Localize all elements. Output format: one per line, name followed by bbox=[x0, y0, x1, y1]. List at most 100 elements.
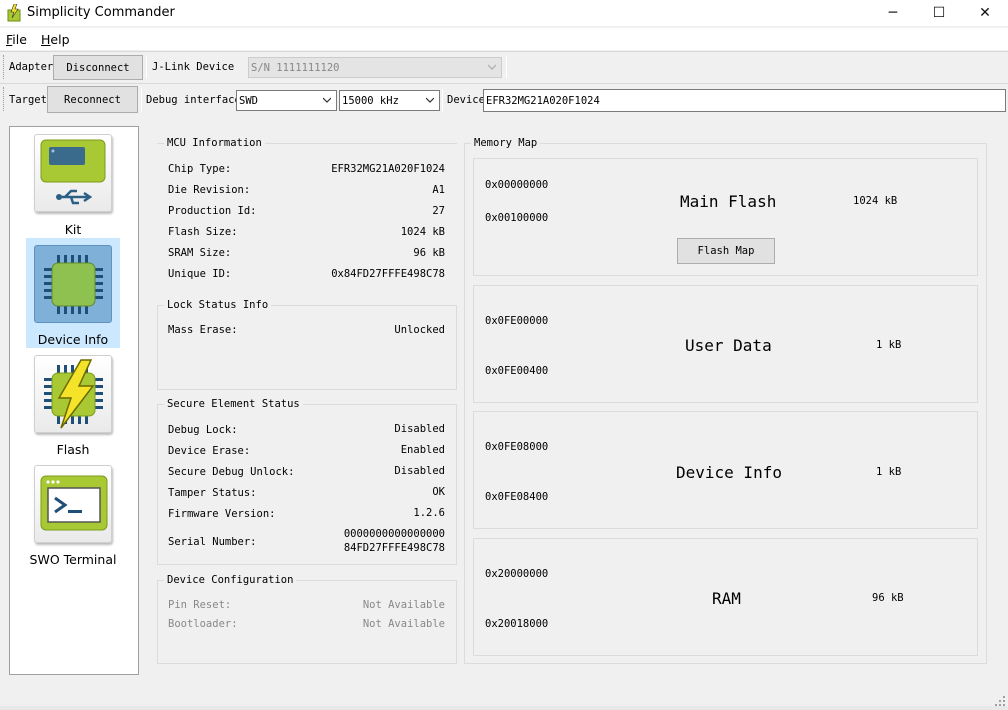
memory-block-size: 1024 kB bbox=[853, 195, 898, 207]
unique-id-value: 0x84FD27FFFE498C78 bbox=[331, 268, 445, 280]
terminal-icon bbox=[40, 475, 108, 531]
flash-size-value: 1024 kB bbox=[400, 226, 445, 238]
pin-reset-label: Pin Reset: bbox=[168, 599, 232, 611]
nav-item-label: SWO Terminal bbox=[29, 552, 117, 567]
memory-end-address: 0x00100000 bbox=[485, 212, 549, 224]
menu-help-mnemonic: H bbox=[41, 32, 51, 47]
serial-number-line2: 84FD27FFFE498C78 bbox=[343, 542, 445, 554]
chip-icon bbox=[44, 255, 103, 314]
toolbar-separator bbox=[506, 56, 507, 78]
speed-select[interactable]: 15000 kHz bbox=[339, 90, 440, 111]
toolbar-grip[interactable] bbox=[3, 87, 5, 111]
serial-number-line1: 0000000000000000 bbox=[343, 528, 445, 540]
reconnect-button[interactable]: Reconnect bbox=[47, 86, 138, 113]
secure-debug-unlock-label: Secure Debug Unlock: bbox=[168, 466, 295, 478]
menu-help-label: elp bbox=[50, 32, 70, 47]
kit-usb-icon bbox=[40, 139, 106, 205]
debug-lock-value: Disabled bbox=[394, 423, 445, 435]
debug-interface-label: Debug interface bbox=[146, 94, 241, 106]
bootloader-value: Not Available bbox=[362, 618, 445, 630]
menu-file-label: ile bbox=[12, 32, 27, 47]
device-value: EFR32MG21A020F1024 bbox=[486, 94, 600, 107]
memory-block-name: Main Flash bbox=[680, 192, 777, 211]
toolbar-separator bbox=[146, 56, 147, 78]
toolbar-separator bbox=[442, 89, 443, 111]
memory-block-ram: 0x20000000 0x20018000 RAM 96 kB bbox=[473, 538, 978, 656]
title-bar[interactable]: Simplicity Commander ─ ☐ ✕ bbox=[0, 0, 1008, 26]
sram-size-label: SRAM Size: bbox=[168, 247, 232, 259]
memory-block-name: Device Info bbox=[676, 463, 782, 482]
memory-start-address: 0x0FE08000 bbox=[485, 441, 549, 453]
memory-block-user-data: 0x0FE00000 0x0FE00400 User Data 1 kB bbox=[473, 285, 978, 403]
toolbar-separator bbox=[141, 89, 142, 111]
menu-file[interactable]: File bbox=[6, 32, 27, 47]
tamper-status-value: OK bbox=[432, 486, 445, 498]
firmware-version-value: 1.2.6 bbox=[413, 507, 445, 519]
device-erase-label: Device Erase: bbox=[168, 445, 251, 457]
lock-status-title: Lock Status Info bbox=[164, 299, 272, 311]
memory-block-size: 1 kB bbox=[876, 466, 902, 478]
status-bar bbox=[0, 706, 1008, 710]
flash-map-button[interactable]: Flash Map bbox=[677, 238, 775, 264]
firmware-version-label: Firmware Version: bbox=[168, 508, 276, 520]
window-title: Simplicity Commander bbox=[27, 5, 175, 20]
adapter-toolbar: Adapter Disconnect J-Link Device S/N 111… bbox=[0, 51, 1008, 81]
kit-tile bbox=[34, 134, 112, 212]
disconnect-button[interactable]: Disconnect bbox=[53, 55, 143, 80]
device-erase-value: Enabled bbox=[400, 444, 445, 456]
minimize-button[interactable]: ─ bbox=[870, 0, 916, 26]
nav-item-label: Kit bbox=[64, 222, 82, 237]
unique-id-label: Unique ID: bbox=[168, 268, 232, 280]
secure-element-title: Secure Element Status bbox=[164, 398, 303, 410]
memory-block-main-flash: 0x00000000 0x00100000 Main Flash 1024 kB… bbox=[473, 158, 978, 276]
flash-tile bbox=[34, 355, 112, 433]
chevron-down-icon bbox=[488, 64, 496, 70]
minimize-icon: ─ bbox=[888, 5, 898, 21]
secure-debug-unlock-value: Disabled bbox=[394, 465, 445, 477]
maximize-button[interactable]: ☐ bbox=[916, 0, 962, 26]
jlink-device-label: J-Link Device bbox=[152, 61, 235, 73]
chevron-down-icon bbox=[426, 97, 434, 103]
close-button[interactable]: ✕ bbox=[962, 0, 1008, 26]
nav-item-swo-terminal[interactable]: SWO Terminal bbox=[26, 460, 120, 570]
nav-item-label: Device Info bbox=[37, 332, 109, 347]
swo-terminal-tile bbox=[34, 465, 112, 543]
chip-type-value: EFR32MG21A020F1024 bbox=[331, 163, 445, 175]
toolbar-grip[interactable] bbox=[3, 55, 5, 79]
pin-reset-value: Not Available bbox=[362, 599, 445, 611]
die-revision-label: Die Revision: bbox=[168, 184, 251, 196]
mass-erase-value: Unlocked bbox=[394, 324, 445, 336]
device-config-title: Device Configuration bbox=[164, 574, 297, 586]
nav-item-flash[interactable]: Flash bbox=[26, 350, 120, 460]
memory-block-name: User Data bbox=[685, 336, 772, 355]
nav-item-device-info[interactable]: Device Info bbox=[26, 238, 120, 348]
memory-block-size: 1 kB bbox=[876, 339, 902, 351]
jlink-device-select[interactable]: S/N 1111111120 bbox=[248, 57, 502, 78]
debug-lock-label: Debug Lock: bbox=[168, 424, 238, 436]
nav-item-label: Flash bbox=[56, 442, 90, 457]
menu-help[interactable]: Help bbox=[41, 32, 70, 47]
menu-bar: File Help bbox=[0, 28, 1008, 50]
adapter-label: Adapter bbox=[9, 61, 54, 73]
resize-grip-icon[interactable] bbox=[993, 694, 1007, 708]
speed-value: 15000 kHz bbox=[342, 94, 399, 107]
debug-interface-select[interactable]: SWD bbox=[236, 90, 337, 111]
production-id-value: 27 bbox=[432, 205, 445, 217]
nav-item-kit[interactable]: Kit bbox=[26, 129, 120, 239]
memory-end-address: 0x20018000 bbox=[485, 618, 549, 630]
device-field[interactable]: EFR32MG21A020F1024 bbox=[483, 89, 1006, 112]
close-icon: ✕ bbox=[979, 5, 991, 21]
mcu-info-title: MCU Information bbox=[164, 137, 265, 149]
memory-map-title: Memory Map bbox=[471, 137, 541, 149]
device-info-tile bbox=[34, 245, 112, 323]
jlink-device-value: S/N 1111111120 bbox=[251, 61, 340, 74]
flash-size-label: Flash Size: bbox=[168, 226, 238, 238]
memory-block-name: RAM bbox=[712, 589, 741, 608]
memory-start-address: 0x0FE00000 bbox=[485, 315, 549, 327]
device-label: Device bbox=[447, 94, 485, 106]
mass-erase-label: Mass Erase: bbox=[168, 324, 238, 336]
memory-block-size: 96 kB bbox=[872, 592, 904, 604]
memory-block-device-info: 0x0FE08000 0x0FE08400 Device Info 1 kB bbox=[473, 411, 978, 529]
serial-number-label: Serial Number: bbox=[168, 536, 257, 548]
memory-end-address: 0x0FE00400 bbox=[485, 365, 549, 377]
